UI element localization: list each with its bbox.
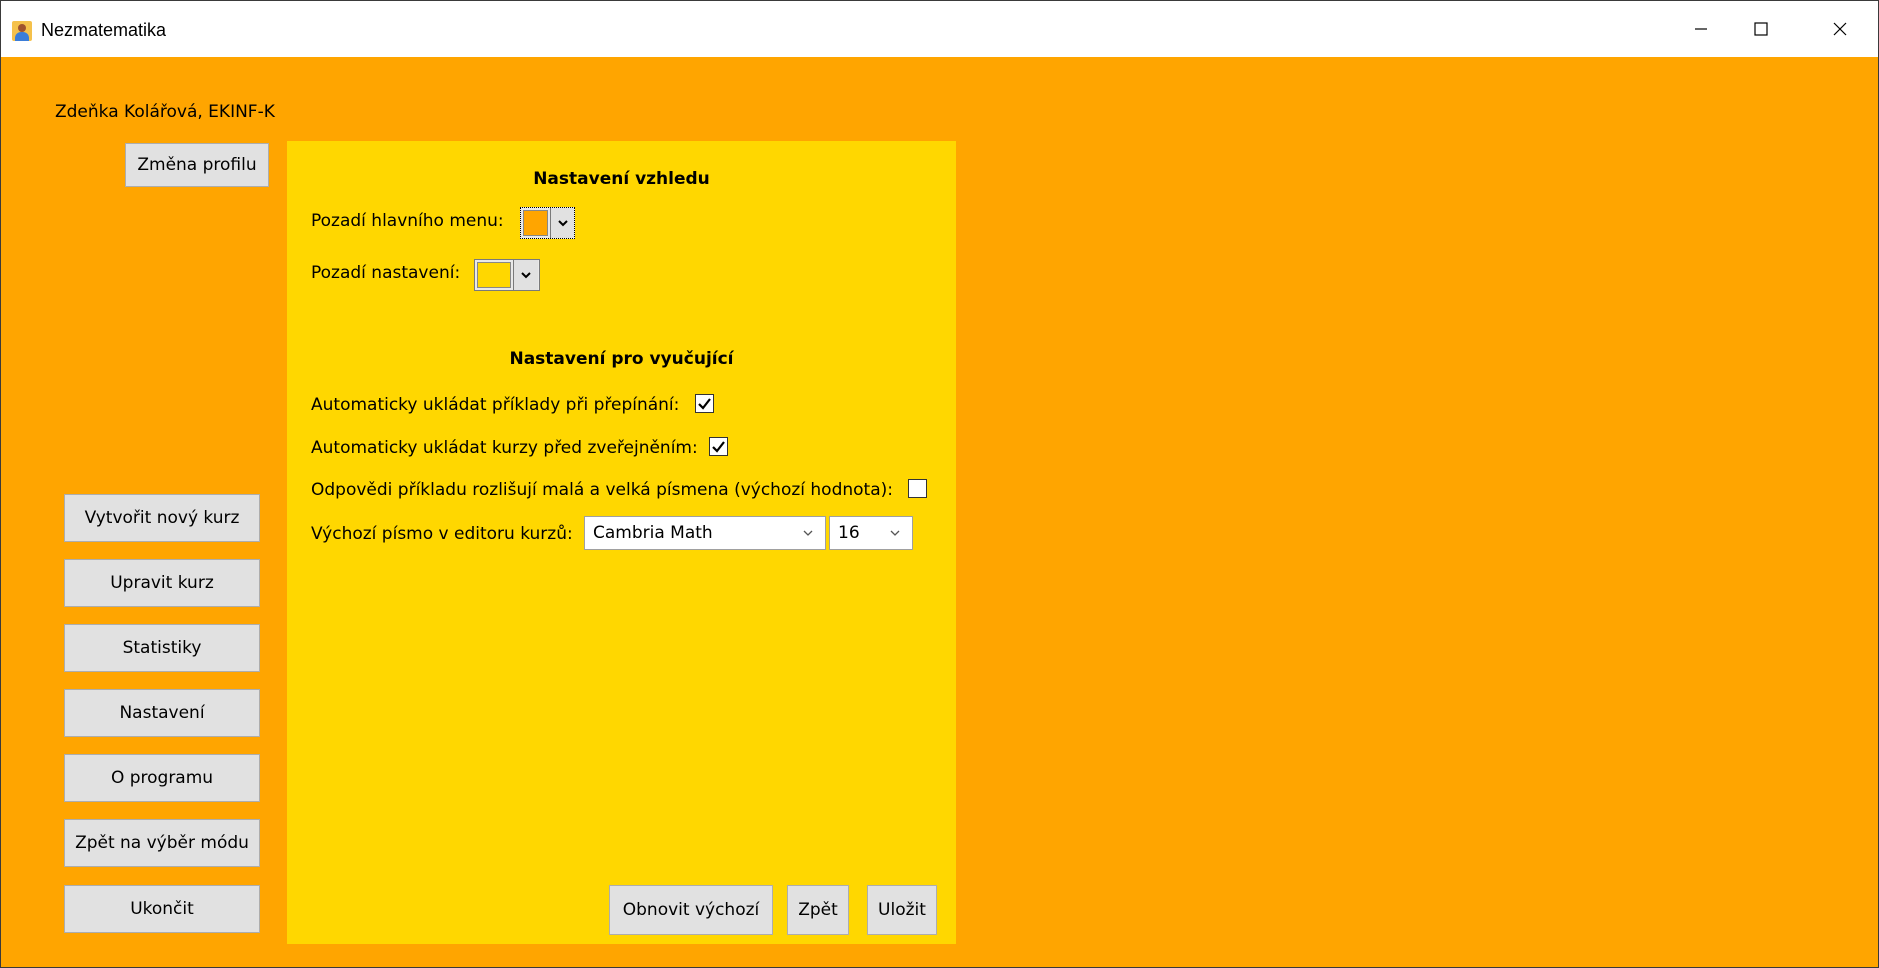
app-icon — [12, 21, 32, 41]
settings-panel: Nastavení vzhledu Pozadí hlavního menu: … — [287, 141, 956, 944]
chevron-down-icon — [890, 530, 900, 536]
sidebar-item-exit[interactable]: Ukončit — [64, 885, 260, 933]
autosave-examples-label: Automaticky ukládat příklady při přepíná… — [311, 395, 680, 415]
chevron-down-icon[interactable] — [550, 208, 574, 238]
close-icon[interactable] — [1804, 1, 1876, 57]
sidebar-item-settings[interactable]: Nastavení — [64, 689, 260, 737]
reset-defaults-button[interactable]: Obnovit výchozí — [609, 885, 773, 935]
sidebar-item-about[interactable]: O programu — [64, 754, 260, 802]
maximize-icon[interactable] — [1725, 1, 1797, 57]
font-size-value: 16 — [838, 523, 860, 543]
sidebar-item-edit-course[interactable]: Upravit kurz — [64, 559, 260, 607]
autosave-courses-label: Automaticky ukládat kurzy před zveřejněn… — [311, 438, 698, 458]
app-window: Nezmatematika Zdeňka Kolářová, EKINF-K Z… — [0, 0, 1879, 968]
checkmark-icon — [698, 398, 711, 410]
save-button[interactable]: Uložit — [867, 885, 937, 935]
change-profile-button[interactable]: Změna profilu — [125, 143, 269, 187]
font-size-select[interactable]: 16 — [829, 516, 913, 550]
teacher-settings-heading: Nastavení pro vyučující — [509, 349, 734, 369]
settings-bg-color-picker[interactable] — [474, 259, 540, 291]
sidebar-item-statistics[interactable]: Statistiky — [64, 624, 260, 672]
default-font-label: Výchozí písmo v editoru kurzů: — [311, 524, 573, 544]
chevron-down-icon[interactable] — [513, 260, 538, 290]
autosave-courses-checkbox[interactable] — [709, 437, 728, 456]
title-bar[interactable]: Nezmatematika — [1, 1, 1878, 57]
autosave-examples-checkbox[interactable] — [695, 394, 714, 413]
checkmark-icon — [712, 441, 725, 453]
user-name-label: Zdeňka Kolářová, EKINF-K — [55, 102, 275, 122]
sidebar-item-create-course[interactable]: Vytvořit nový kurz — [64, 494, 260, 542]
font-family-select[interactable]: Cambria Math — [584, 516, 826, 550]
sidebar-item-back-to-mode[interactable]: Zpět na výběr módu — [64, 819, 260, 867]
main-menu-bg-label: Pozadí hlavního menu: — [311, 211, 504, 231]
font-family-value: Cambria Math — [593, 523, 713, 543]
main-menu-bg-swatch — [523, 210, 548, 236]
back-button[interactable]: Zpět — [787, 885, 849, 935]
settings-bg-swatch — [477, 262, 511, 288]
case-sensitive-label: Odpovědi příkladu rozlišují malá a velká… — [311, 480, 893, 500]
case-sensitive-checkbox[interactable] — [908, 479, 927, 498]
window-title: Nezmatematika — [41, 20, 167, 40]
main-menu-bg-color-picker[interactable] — [520, 207, 575, 239]
chevron-down-icon — [803, 530, 813, 536]
appearance-heading: Nastavení vzhledu — [533, 169, 710, 189]
settings-bg-label: Pozadí nastavení: — [311, 263, 461, 283]
